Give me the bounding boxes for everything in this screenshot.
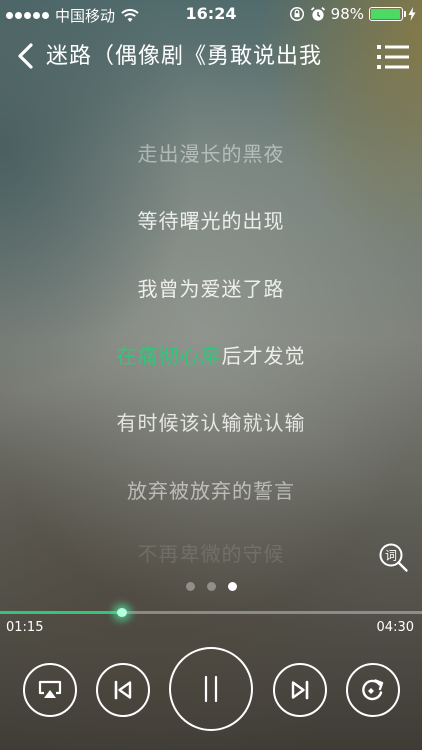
unsung-lyric-text: 后才发觉 <box>221 344 306 368</box>
status-right: 98% <box>289 5 416 23</box>
repeat-mode-button[interactable] <box>346 663 400 717</box>
repeat-icon <box>362 679 384 701</box>
alarm-icon <box>310 6 325 21</box>
total-time: 04:30 <box>376 620 414 635</box>
skip-previous-icon <box>114 680 132 700</box>
lyric-line: 走出漫长的黑夜 <box>137 142 285 166</box>
battery-level <box>371 9 401 19</box>
airplay-icon <box>38 680 62 698</box>
page-dot[interactable] <box>185 582 195 591</box>
page-indicator[interactable] <box>0 582 422 591</box>
pause-button[interactable] <box>169 647 253 731</box>
current-lyric-line: 在痛彻心扉后才发觉 <box>0 340 422 369</box>
back-button[interactable] <box>10 40 40 72</box>
list-menu-icon <box>377 45 409 69</box>
battery-percent: 98% <box>330 5 364 23</box>
page-dot[interactable] <box>206 582 216 591</box>
song-title: 迷路（偶像剧《勇敢说出我 <box>46 44 323 69</box>
wifi-icon <box>121 8 139 22</box>
airplay-button[interactable] <box>23 663 77 717</box>
player-header: 迷路（偶像剧《勇敢说出我 <box>0 30 422 82</box>
lyric-search-button[interactable]: 词 <box>378 542 410 574</box>
progress-fill <box>0 611 123 614</box>
signal-strength-icon <box>6 12 49 19</box>
battery-icon <box>369 7 406 21</box>
progress-handle[interactable] <box>117 608 128 617</box>
lyric-search-icon: 词 <box>379 543 408 572</box>
rotation-lock-icon <box>289 6 304 22</box>
lyric-line: 等待曙光的出现 <box>137 209 285 233</box>
pause-icon <box>204 675 218 703</box>
previous-track-button[interactable] <box>96 663 150 717</box>
lyric-line: 我曾为爱迷了路 <box>137 277 285 301</box>
progress-bar[interactable] <box>0 608 422 617</box>
lyric-search-label: 词 <box>385 549 397 563</box>
lyric-line: 放弃被放弃的誓言 <box>127 479 295 503</box>
sung-lyric-text: 在痛彻心扉 <box>116 344 222 368</box>
page-dot[interactable] <box>227 582 237 591</box>
elapsed-time: 01:15 <box>6 620 44 635</box>
charging-icon <box>408 7 416 21</box>
next-track-button[interactable] <box>273 663 327 717</box>
lyric-line: 有时候该认输就认输 <box>116 411 306 435</box>
skip-next-icon <box>291 680 309 700</box>
lyric-line: 不再卑微的守候 <box>137 542 285 566</box>
chevron-left-icon <box>18 43 33 69</box>
status-bar: 中国移动 16:24 98% <box>0 0 422 28</box>
carrier-name: 中国移动 <box>55 7 116 25</box>
status-left: 中国移动 <box>6 5 139 26</box>
playlist-menu-button[interactable] <box>376 42 410 72</box>
